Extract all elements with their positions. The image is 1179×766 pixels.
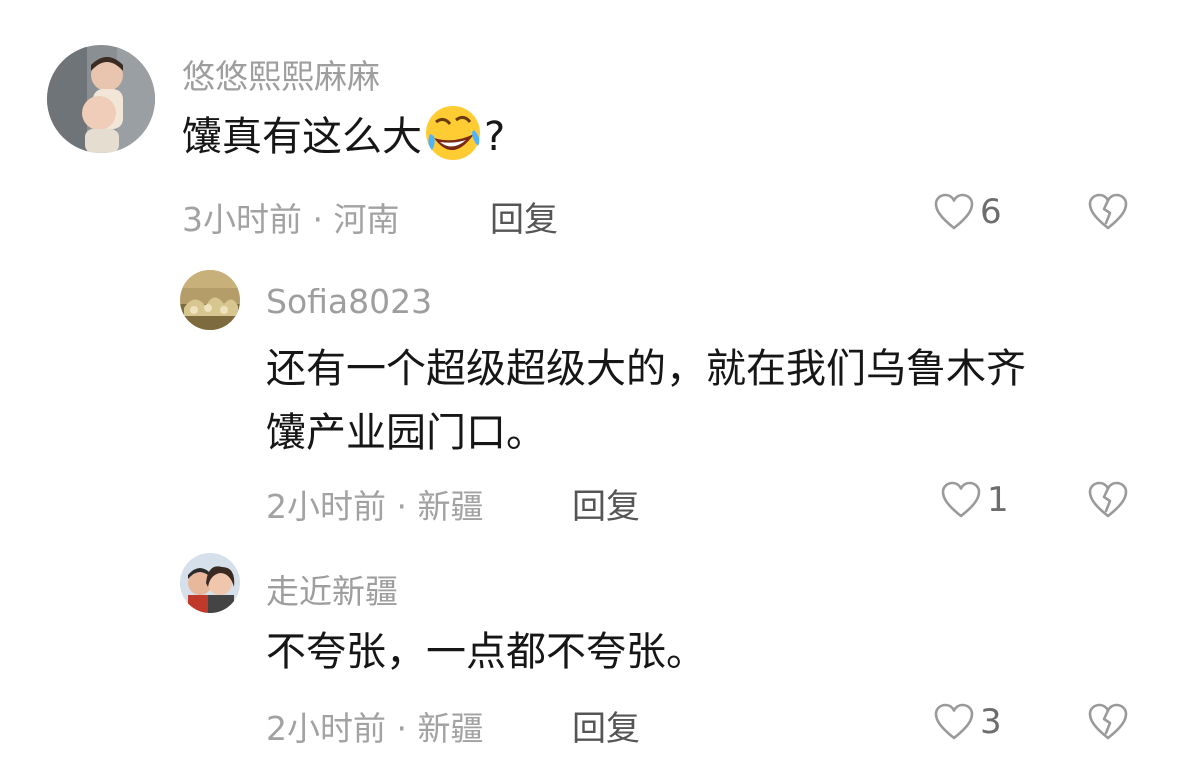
avatar-image — [180, 553, 240, 613]
heart-icon — [934, 703, 974, 740]
avatar[interactable] — [180, 553, 240, 613]
comment-text-line: 不夸张，一点都不夸张。 — [266, 629, 706, 675]
reply-button[interactable]: 回复 — [572, 701, 640, 750]
comment-text: 不夸张，一点都不夸张。 — [266, 620, 706, 684]
broken-heart-icon — [1088, 703, 1128, 740]
timestamp-location: 2小时前 · 新疆 — [266, 709, 484, 748]
comment-item: 走近新疆 不夸张，一点都不夸张。 2小时前 · 新疆 回复 3 — [0, 0, 1179, 766]
username[interactable]: 走近新疆 — [266, 565, 398, 613]
like-count: 3 — [980, 702, 1002, 742]
like-button[interactable]: 3 — [934, 702, 1002, 742]
dislike-button[interactable] — [1088, 703, 1128, 741]
